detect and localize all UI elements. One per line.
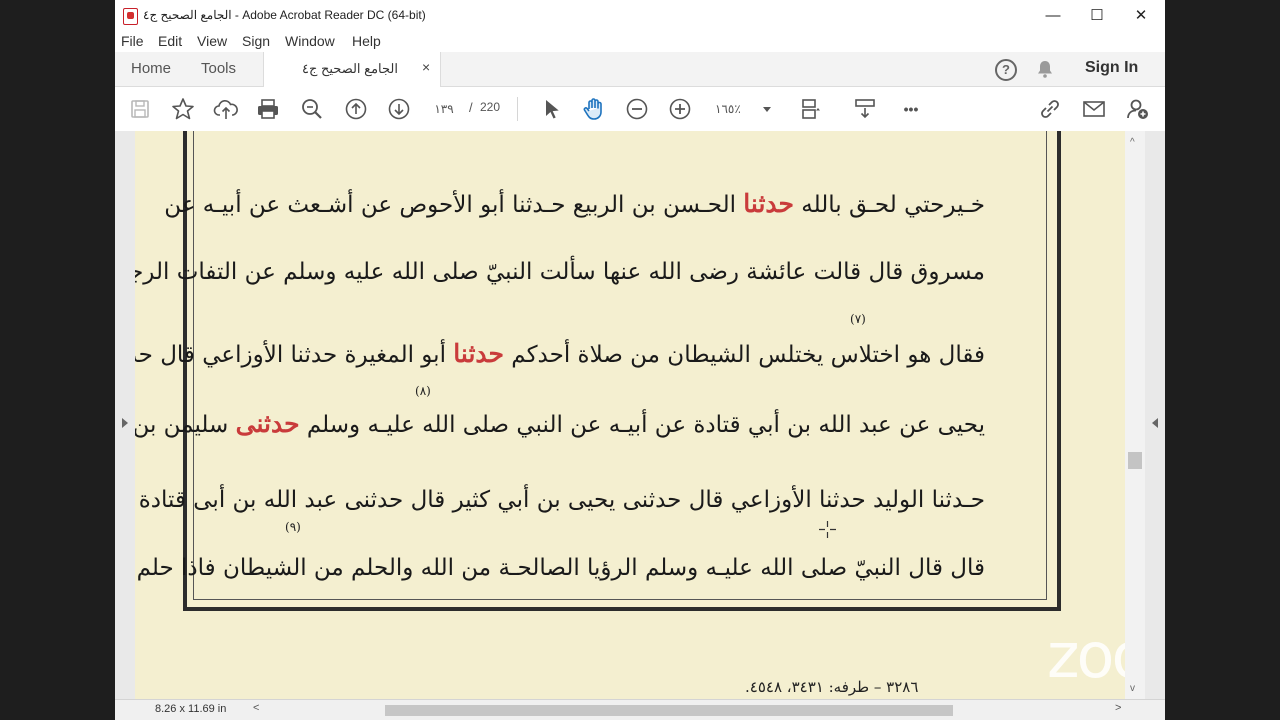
red-marker: حدثنا	[743, 189, 794, 218]
text-run: الحـسن بن الربيع حـدثنا أبو الأحوص عن أش…	[164, 192, 736, 218]
left-panel-toggle[interactable]	[115, 131, 135, 699]
right-panel-toggle[interactable]	[1145, 131, 1165, 699]
text-run: أبو المغيرة حدثنا الأوزاعي قال حدثنى	[135, 342, 446, 368]
menu-bar: File Edit View Sign Window Help	[115, 30, 1165, 52]
page-size-label: 8.26 x 11.69 in	[155, 703, 227, 715]
add-user-icon[interactable]	[1125, 96, 1151, 122]
text-run: فقال هو اختلاس يختلس الشيطان من صلاة أحد…	[503, 342, 985, 368]
title-bar: الجامع الصحيح ج٤ - Adobe Acrobat Reader …	[115, 0, 1165, 32]
text-run: يحيى عن عبد الله بن أبي قتادة عن أبيـه ع…	[299, 412, 985, 438]
text-line-6: قال قال النبيّ صلى الله عليـه وسلم الرؤي…	[135, 555, 985, 581]
tab-document[interactable]: الجامع الصحيح ج٤ ×	[263, 52, 441, 87]
crosshair-cursor-icon	[819, 521, 836, 538]
help-icon[interactable]: ?	[995, 59, 1017, 81]
document-tab-label: الجامع الصحيح ج٤	[302, 61, 398, 76]
expand-left-panel-icon[interactable]	[122, 418, 128, 428]
status-bar: 8.26 x 11.69 in < >	[115, 699, 1165, 720]
close-tab-icon[interactable]: ×	[422, 59, 430, 75]
tab-bar: Home Tools الجامع الصحيح ج٤ × ? Sign In	[115, 52, 1165, 87]
more-icon[interactable]: •••	[898, 96, 924, 122]
close-window-button[interactable]: ✕	[1119, 2, 1163, 30]
red-marker: حدثنى	[235, 409, 300, 438]
menu-window[interactable]: Window	[285, 33, 335, 49]
menu-sign[interactable]: Sign	[242, 33, 270, 49]
page-up-icon[interactable]	[343, 96, 369, 122]
note-number: (٧)	[850, 312, 866, 326]
expand-right-panel-icon[interactable]	[1152, 418, 1158, 428]
window-title: الجامع الصحيح ج٤ - Adobe Acrobat Reader …	[143, 8, 426, 22]
scroll-right-icon[interactable]: >	[1115, 702, 1121, 714]
page-separator: /	[469, 100, 473, 115]
chevron-down-icon[interactable]	[763, 107, 771, 112]
current-page-input[interactable]: ١٣٩	[425, 99, 463, 119]
menu-view[interactable]: View	[197, 33, 227, 49]
text-run: قال قال النبيّ صلى الله عليـه وسلم الرؤي…	[135, 555, 985, 581]
link-icon[interactable]	[1037, 96, 1063, 122]
horizontal-scroll-thumb[interactable]	[385, 705, 953, 716]
note-number: (٨)	[415, 384, 431, 398]
text-run: حـدثنا الوليد حدثنا الأوزاعي قال حدثنى ي…	[135, 487, 985, 513]
total-pages: 220	[480, 100, 501, 114]
menu-edit[interactable]: Edit	[158, 33, 182, 49]
scroll-mode-icon[interactable]	[852, 96, 878, 122]
fit-page-icon[interactable]	[798, 96, 824, 122]
note-number: (٩)	[285, 520, 301, 534]
hand-icon[interactable]	[581, 96, 607, 122]
red-marker: حدثنا	[453, 339, 504, 368]
toolbar-divider	[517, 97, 518, 121]
page-down-icon[interactable]	[386, 96, 412, 122]
pdf-page[interactable]: خـيرحتي لحـق بالله حدثنا الحـسن بن الربي…	[135, 131, 1125, 699]
zoom-in-icon[interactable]	[667, 96, 693, 122]
tab-home[interactable]: Home	[131, 60, 171, 77]
zoom-watermark: zoom	[1047, 619, 1125, 692]
upload-icon[interactable]	[213, 96, 239, 122]
text-line-5: حـدثنا الوليد حدثنا الأوزاعي قال حدثنى ي…	[135, 487, 985, 513]
maximize-button[interactable]: ☐	[1075, 2, 1119, 30]
text-line-4: يحيى عن عبد الله بن أبي قتادة عن أبيـه ع…	[135, 409, 985, 438]
tab-tools[interactable]: Tools	[201, 60, 236, 77]
menu-help[interactable]: Help	[352, 33, 381, 49]
vertical-scrollbar[interactable]: ^ v	[1125, 131, 1145, 699]
menu-file[interactable]: File	[121, 33, 144, 49]
text-run: مسروق قال قالت عائشة رضى الله عنها سألت …	[135, 259, 985, 285]
acrobat-window: الجامع الصحيح ج٤ - Adobe Acrobat Reader …	[115, 0, 1165, 720]
scroll-up-icon[interactable]: ^	[1130, 137, 1135, 148]
save-icon[interactable]	[127, 96, 153, 122]
zoom-search-icon[interactable]	[299, 96, 325, 122]
print-icon[interactable]	[255, 96, 281, 122]
vertical-scroll-thumb[interactable]	[1128, 452, 1142, 469]
mail-icon[interactable]	[1081, 96, 1107, 122]
acrobat-app-icon	[123, 8, 138, 25]
footnote: ٣٢٨٦ – طرفه: ٣٤٣١، ٤٥٤٨.	[745, 678, 919, 696]
sign-in-button[interactable]: Sign In	[1085, 59, 1138, 77]
minimize-button[interactable]: —	[1031, 2, 1075, 30]
select-arrow-icon[interactable]	[538, 96, 564, 122]
text-run: سليمن بن عبد الرحمن	[135, 412, 229, 438]
text-line-3: فقال هو اختلاس يختلس الشيطان من صلاة أحد…	[135, 339, 985, 368]
document-area: خـيرحتي لحـق بالله حدثنا الحـسن بن الربي…	[115, 131, 1165, 699]
scroll-left-icon[interactable]: <	[253, 702, 259, 714]
text-run: خـيرحتي لحـق بالله	[794, 192, 985, 218]
star-icon[interactable]	[170, 96, 196, 122]
zoom-out-icon[interactable]	[624, 96, 650, 122]
text-line-1: خـيرحتي لحـق بالله حدثنا الحـسن بن الربي…	[155, 189, 985, 218]
scroll-down-icon[interactable]: v	[1130, 683, 1135, 694]
notification-bell-icon[interactable]	[1037, 60, 1053, 78]
toolbar: ١٣٩ / 220 ١٦٥٪ •••	[115, 87, 1165, 132]
text-line-2: مسروق قال قالت عائشة رضى الله عنها سألت …	[135, 259, 985, 285]
zoom-level-value: ١٦٥٪	[715, 102, 741, 116]
